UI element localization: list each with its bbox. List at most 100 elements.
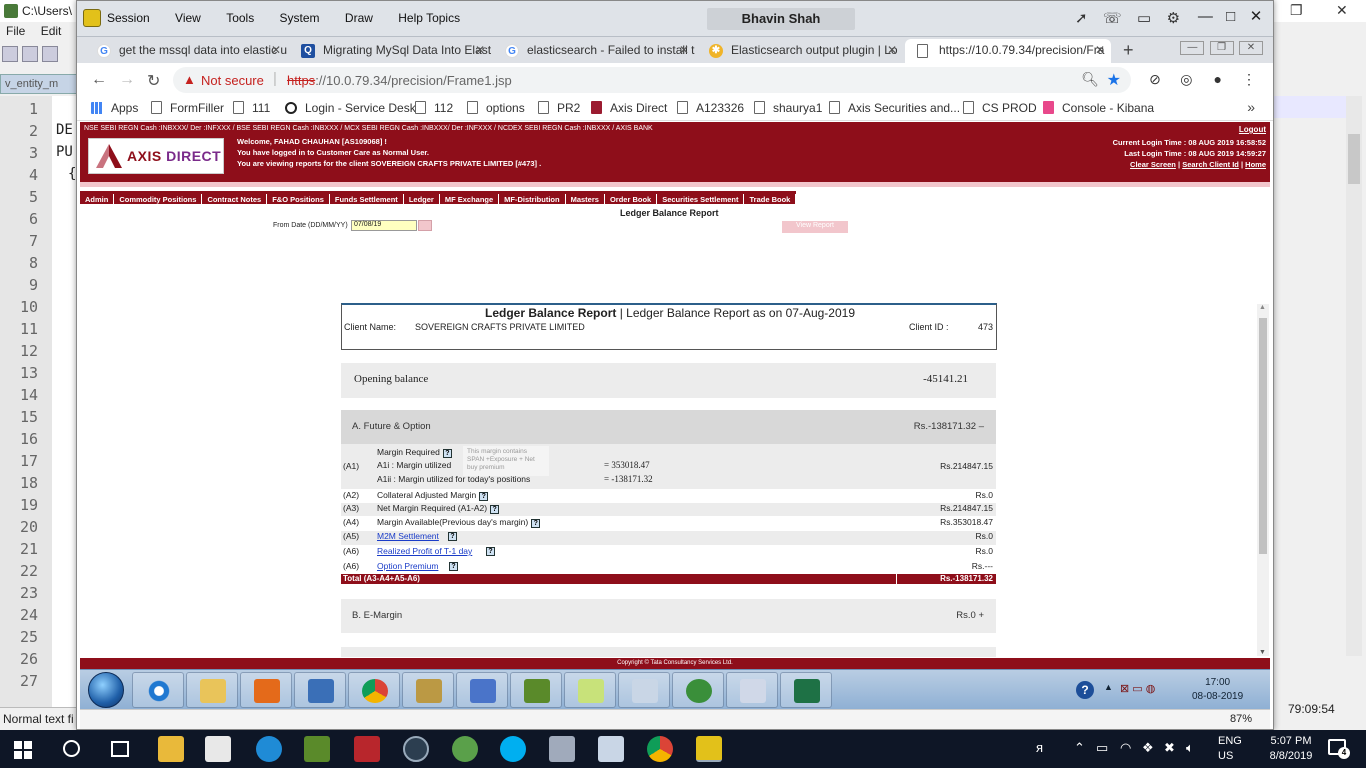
taskbar-explorer[interactable] [186,672,238,708]
taskbar-app[interactable] [402,672,454,708]
close-tab-icon[interactable]: ✕ [475,43,485,57]
bookmark-item[interactable]: shaurya1 [754,101,822,115]
section-e-margin[interactable]: B. E-Margin Rs.0 + [341,599,996,633]
help-icon[interactable]: ? [479,492,489,501]
volume-icon[interactable]: 🔈︎ [1186,740,1194,756]
extension-block-icon[interactable]: ⊘ [1145,71,1165,89]
editor-file-tab[interactable]: v_entity_m [0,74,80,94]
close-icon[interactable]: ✕ [1239,41,1263,55]
close-tab-icon[interactable]: ✕ [679,43,689,57]
editor-menu-file[interactable]: File [0,23,31,39]
taskbar-calc[interactable] [618,672,670,708]
new-tab-button[interactable]: + [1123,40,1134,61]
gear-icon[interactable]: ⚙ [1167,9,1180,27]
chart-app-icon[interactable] [304,736,330,762]
taskbar-excel[interactable] [780,672,832,708]
nav-ledger[interactable]: Ledger [404,194,440,207]
editor-scrollbar-thumb[interactable] [1348,134,1360,184]
nav-mf-exchange[interactable]: MF Exchange [440,194,500,207]
help-icon[interactable]: ? [448,532,457,541]
battery-icon[interactable]: ▭ [1096,740,1108,756]
security-status[interactable]: Not secure [201,73,264,88]
dropbox-icon[interactable]: ❖ [1142,740,1154,756]
extension-search-icon[interactable]: ◎ [1176,71,1196,89]
option-premium-link[interactable]: Option Premium [377,561,438,571]
menu-system[interactable]: System [280,11,320,25]
logout-link[interactable]: Logout [1239,125,1266,134]
skype-icon[interactable] [500,736,526,762]
menu-view[interactable]: View [175,11,201,25]
save-icon[interactable] [42,46,58,62]
close-tab-icon[interactable]: ✕ [1095,43,1105,57]
paint-icon[interactable] [598,736,624,762]
session-app-taskbar-icon[interactable] [696,736,722,762]
nav-contract-notes[interactable]: Contract Notes [202,194,268,207]
bookmark-item[interactable]: 112 [415,101,453,115]
wifi-icon[interactable]: ◠ [1120,740,1131,756]
report-scrollbar-thumb[interactable] [1259,318,1267,554]
language-indicator[interactable]: ENG US [1218,734,1242,764]
bookmark-item[interactable]: Console - Kibana [1043,101,1154,115]
home-link[interactable]: Home [1245,160,1266,169]
tray-icons[interactable]: ⊠ ▭ ◍ [1120,682,1155,695]
edge-icon[interactable] [256,736,282,762]
search-client-link[interactable]: Search Client Id [1182,160,1239,169]
nav-commodity-positions[interactable]: Commodity Positions [114,194,203,207]
close-icon[interactable]: ✕ [1336,2,1348,19]
nav-fo-positions[interactable]: F&O Positions [267,194,330,207]
scroll-up-icon[interactable]: ▲ [1259,304,1266,311]
taskbar-paint[interactable] [726,672,778,708]
new-file-icon[interactable] [2,46,18,62]
bookmark-item[interactable]: PR2 [538,101,580,115]
scroll-down-icon[interactable]: ▼ [1259,649,1266,656]
taskbar-notes[interactable] [564,672,616,708]
task-view-icon[interactable] [111,741,129,757]
host-clock[interactable]: 5:07 PM 8/8/2019 [1262,734,1320,764]
taskbar-chrome[interactable] [348,672,400,708]
forward-icon[interactable]: → [119,71,135,89]
menu-help-topics[interactable]: Help Topics [398,11,460,25]
tray-expand-icon[interactable]: ⌃ [1074,740,1085,756]
bookmark-item[interactable]: 111 [233,101,270,115]
restore-icon[interactable]: ❐ [1209,41,1234,55]
bookmark-item[interactable]: CS PROD [963,101,1037,115]
zoom-icon[interactable]: 🔍︎ [1081,71,1099,88]
axis-direct-logo[interactable]: AXIS DIRECT [88,138,224,174]
help-icon[interactable]: ? [449,562,458,571]
taskbar-ie[interactable] [132,672,184,708]
taskbar-remote[interactable] [294,672,346,708]
maximize-icon[interactable]: □ [1220,8,1242,25]
tray-expand-icon[interactable]: ▲ [1104,682,1113,692]
close-tab-icon[interactable]: ✕ [887,43,897,57]
nav-securities-settlement[interactable]: Securities Settlement [657,194,745,207]
nav-mf-distribution[interactable]: MF-Distribution [499,194,566,207]
android-icon[interactable] [452,736,478,762]
reload-icon[interactable]: ↻ [147,71,160,91]
close-tab-icon[interactable]: ✕ [271,43,281,57]
browser-tab-active[interactable]: https://10.0.79.34/precision/Fra ✕ [905,39,1111,63]
browser-tab[interactable]: G get the mssql data into elastic u ✕ [85,39,287,63]
file-explorer-icon[interactable] [158,736,184,762]
open-file-icon[interactable] [22,46,38,62]
calendar-button[interactable] [418,220,432,231]
store-icon[interactable] [205,736,231,762]
pointer-icon[interactable]: ➚ [1075,9,1088,27]
close-icon[interactable]: ✕ [1245,7,1267,25]
nav-order-book[interactable]: Order Book [605,194,658,207]
remote-clock[interactable]: 17:00 08-08-2019 [1192,676,1243,704]
menu-tools[interactable]: Tools [226,11,254,25]
tool-icon[interactable] [354,736,380,762]
chrome-icon[interactable] [647,736,673,762]
clear-screen-link[interactable]: Clear Screen [1130,160,1176,169]
minimize-icon[interactable]: — [1180,41,1205,55]
m2m-settlement-link[interactable]: M2M Settlement [377,531,439,541]
browser-tab[interactable]: Q Migrating MySql Data Into Elast ✕ [289,39,491,63]
nav-funds-settlement[interactable]: Funds Settlement [330,194,404,207]
taskbar-media[interactable] [240,672,292,708]
app-circle-icon[interactable] [403,736,429,762]
tool-tray-icon[interactable]: ✖ [1164,740,1175,756]
bookmark-item[interactable]: Axis Direct [591,101,667,115]
menu-draw[interactable]: Draw [345,11,373,25]
restore-icon[interactable]: ❐ [1290,2,1303,19]
bookmark-item[interactable]: options [467,101,525,115]
